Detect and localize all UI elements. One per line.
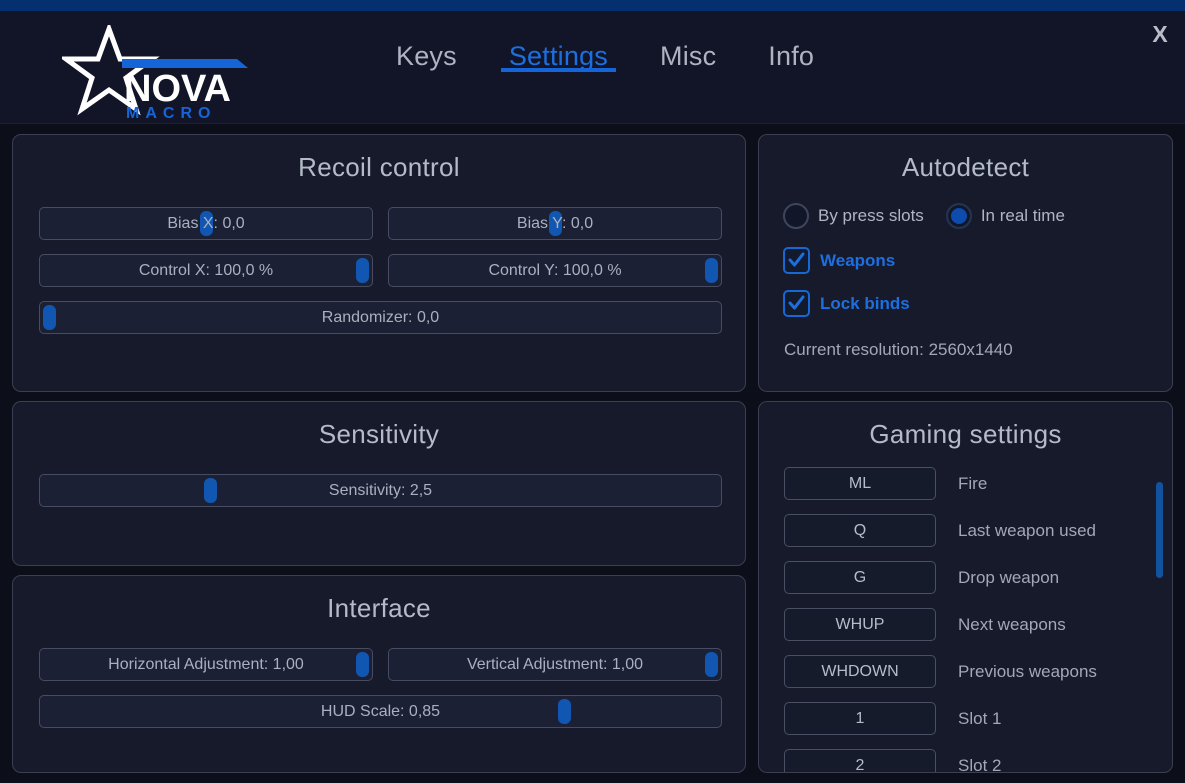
checkbox-row-weapons: Weapons (783, 247, 895, 274)
panel-recoil-title: Recoil control (13, 152, 745, 183)
radio-by-press-slots[interactable] (783, 203, 809, 229)
gaming-settings-scrollbar[interactable] (1156, 460, 1163, 766)
panel-autodetect-title: Autodetect (759, 152, 1172, 183)
logo-name-top: NOVA (124, 68, 231, 110)
checkbox-weapons-label: Weapons (820, 251, 895, 271)
keybind-description: Slot 1 (958, 709, 1001, 729)
close-icon[interactable]: X (1145, 19, 1175, 49)
autodetect-mode-radio-group: By press slots In real time (783, 203, 1087, 229)
radio-by-press-slots-label: By press slots (818, 206, 924, 226)
panel-sensitivity: Sensitivity Sensitivity: 2,5 (12, 401, 746, 566)
checkbox-row-lock-binds: Lock binds (783, 290, 910, 317)
tab-keys[interactable]: Keys (370, 11, 483, 72)
checkbox-lock-binds-label: Lock binds (820, 294, 910, 314)
keybind-row: G Drop weapon (759, 554, 1172, 601)
keybind-row: 1 Slot 1 (759, 695, 1172, 742)
app-header: NOVA MACRO Keys Settings Misc Info X (0, 11, 1185, 124)
slider-randomizer[interactable]: Randomizer: 0,0 (39, 301, 722, 334)
keybind-button[interactable]: 1 (784, 702, 936, 735)
logo-name-bottom: MACRO (126, 105, 216, 121)
keybind-button[interactable]: WHDOWN (784, 655, 936, 688)
slider-sensitivity-label: Sensitivity: 2,5 (40, 475, 721, 506)
slider-bias-y-label: Bias Y: 0,0 (389, 208, 721, 239)
keybind-row: 2 Slot 2 (759, 742, 1172, 772)
keybind-description: Fire (958, 474, 987, 494)
radio-in-real-time-label: In real time (981, 206, 1065, 226)
keybind-description: Slot 2 (958, 756, 1001, 773)
radio-in-real-time[interactable] (946, 203, 972, 229)
keybind-button[interactable]: G (784, 561, 936, 594)
tab-info-label: Info (768, 41, 814, 71)
tab-keys-label: Keys (396, 41, 457, 71)
slider-horizontal-adjustment-label: Horizontal Adjustment: 1,00 (40, 649, 372, 680)
keybind-row: ML Fire (759, 460, 1172, 507)
panel-gaming-settings-title: Gaming settings (759, 419, 1172, 450)
panel-sensitivity-title: Sensitivity (13, 419, 745, 450)
keybind-button[interactable]: ML (784, 467, 936, 500)
slider-vertical-adjustment-label: Vertical Adjustment: 1,00 (389, 649, 721, 680)
keybind-list: ML Fire Q Last weapon used G Drop weapon… (759, 460, 1172, 772)
keybind-description: Last weapon used (958, 521, 1096, 541)
check-icon (787, 251, 806, 270)
check-icon (787, 294, 806, 313)
active-tab-indicator (501, 68, 616, 72)
tab-info[interactable]: Info (742, 11, 840, 72)
title-bar-accent-strip (0, 0, 1185, 11)
checkbox-lock-binds[interactable] (783, 290, 810, 317)
keybind-description: Previous weapons (958, 662, 1097, 682)
slider-sensitivity[interactable]: Sensitivity: 2,5 (39, 474, 722, 507)
panel-interface-title: Interface (13, 593, 745, 624)
slider-bias-x[interactable]: Bias X: 0,0 (39, 207, 373, 240)
nova-macro-logo: NOVA MACRO (62, 25, 252, 121)
keybind-button[interactable]: 2 (784, 749, 936, 772)
tab-misc-label: Misc (660, 41, 716, 71)
slider-hud-scale-label: HUD Scale: 0,85 (40, 696, 721, 727)
star-icon: NOVA MACRO (62, 25, 252, 121)
keybind-description: Next weapons (958, 615, 1066, 635)
slider-hud-scale[interactable]: HUD Scale: 0,85 (39, 695, 722, 728)
slider-control-x[interactable]: Control X: 100,0 % (39, 254, 373, 287)
checkbox-weapons[interactable] (783, 247, 810, 274)
slider-bias-x-label: Bias X: 0,0 (40, 208, 372, 239)
keybind-row: WHDOWN Previous weapons (759, 648, 1172, 695)
tab-settings-label: Settings (509, 41, 608, 71)
slider-bias-y[interactable]: Bias Y: 0,0 (388, 207, 722, 240)
slider-randomizer-label: Randomizer: 0,0 (40, 302, 721, 333)
keybind-button[interactable]: WHUP (784, 608, 936, 641)
slider-control-y[interactable]: Control Y: 100,0 % (388, 254, 722, 287)
keybind-button[interactable]: Q (784, 514, 936, 547)
keybind-row: WHUP Next weapons (759, 601, 1172, 648)
main-nav: Keys Settings Misc Info (370, 11, 840, 124)
panel-autodetect: Autodetect By press slots In real time W… (758, 134, 1173, 392)
slider-control-y-label: Control Y: 100,0 % (389, 255, 721, 286)
panel-interface: Interface Horizontal Adjustment: 1,00 Ve… (12, 575, 746, 773)
keybind-row: Q Last weapon used (759, 507, 1172, 554)
tab-settings[interactable]: Settings (483, 11, 634, 72)
gaming-settings-scrollbar-thumb[interactable] (1156, 482, 1163, 578)
current-resolution-text: Current resolution: 2560x1440 (784, 340, 1013, 360)
tab-misc[interactable]: Misc (634, 11, 742, 72)
panel-gaming-settings: Gaming settings ML Fire Q Last weapon us… (758, 401, 1173, 773)
keybind-description: Drop weapon (958, 568, 1059, 588)
slider-vertical-adjustment[interactable]: Vertical Adjustment: 1,00 (388, 648, 722, 681)
slider-horizontal-adjustment[interactable]: Horizontal Adjustment: 1,00 (39, 648, 373, 681)
settings-content: Recoil control Bias X: 0,0 Bias Y: 0,0 C… (0, 124, 1185, 783)
panel-recoil-control: Recoil control Bias X: 0,0 Bias Y: 0,0 C… (12, 134, 746, 392)
slider-control-x-label: Control X: 100,0 % (40, 255, 372, 286)
